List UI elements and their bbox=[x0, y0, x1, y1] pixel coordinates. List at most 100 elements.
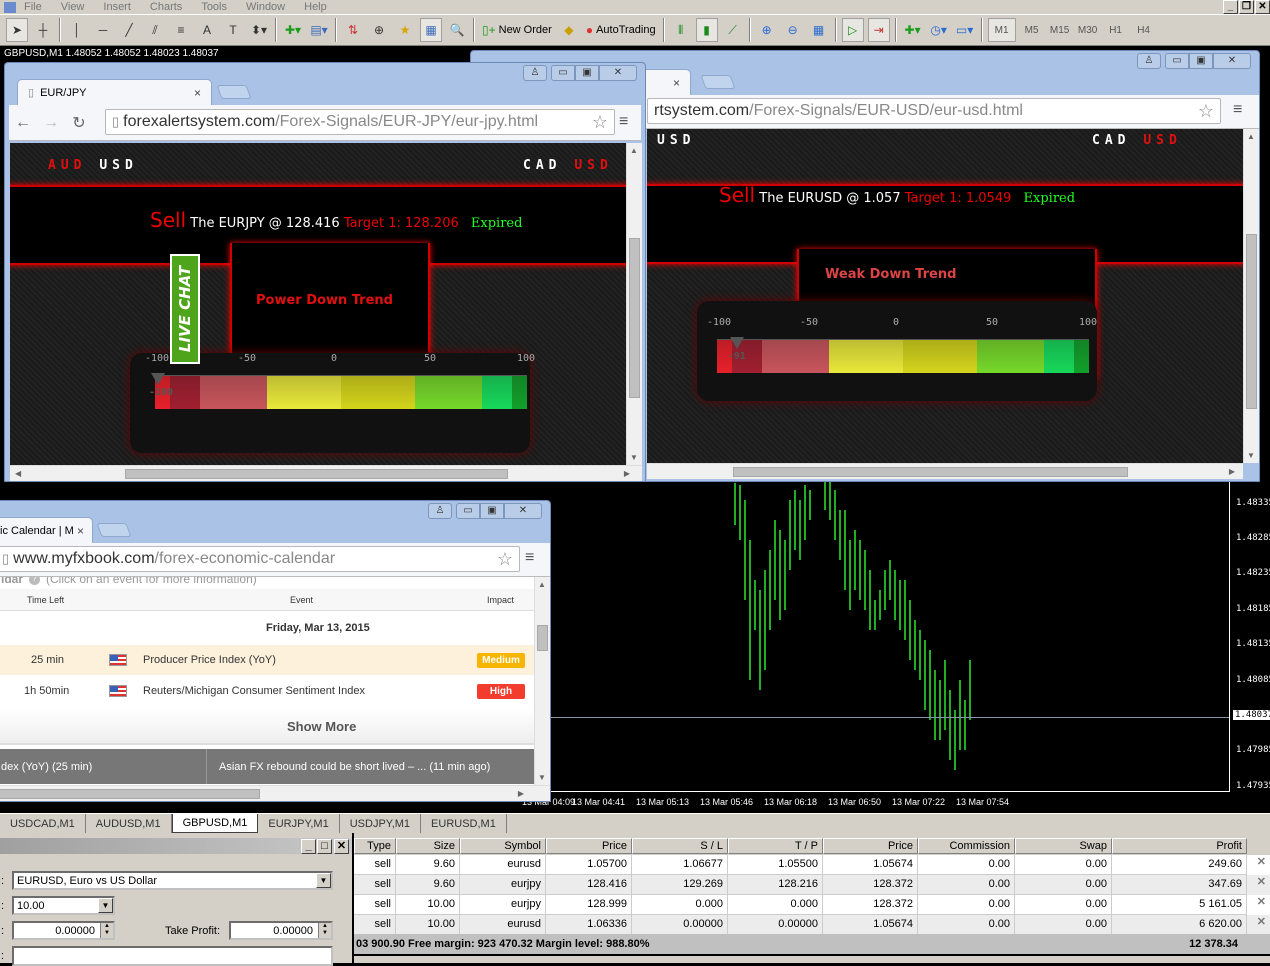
close-tab-icon[interactable]: × bbox=[77, 524, 84, 538]
new-tab-button[interactable] bbox=[96, 523, 132, 537]
maximize-button[interactable]: ▣ bbox=[480, 503, 504, 519]
scroll-down-icon[interactable]: ▼ bbox=[1247, 451, 1255, 460]
tab-audusd[interactable]: AUDUSD,M1 bbox=[86, 814, 172, 833]
scroll-up-icon[interactable]: ▲ bbox=[538, 580, 546, 589]
scroll-thumb[interactable] bbox=[0, 789, 260, 799]
timeframe-m5[interactable]: M5 bbox=[1018, 25, 1046, 36]
templates-icon[interactable]: ▭▾ bbox=[954, 18, 976, 42]
panel-close-button[interactable]: ✕ bbox=[334, 839, 349, 854]
vertical-scrollbar[interactable]: ▲ ▼ bbox=[626, 143, 642, 465]
navigator-icon[interactable]: ★ bbox=[394, 18, 416, 42]
profiles-icon[interactable]: ▤▾ bbox=[308, 18, 330, 42]
trade-row[interactable]: sell 10.00 eurusd 1.06336 0.00000 0.00000 1.05… bbox=[354, 915, 1270, 935]
close-position-icon[interactable]: ✕ bbox=[1257, 875, 1266, 888]
column-header[interactable]: Type bbox=[354, 838, 396, 854]
text-label-icon[interactable]: T bbox=[222, 18, 244, 42]
strategy-tester-icon[interactable]: 🔍 bbox=[446, 18, 468, 42]
line-chart-icon[interactable]: ⟋ bbox=[722, 18, 744, 42]
scroll-down-icon[interactable]: ▼ bbox=[538, 773, 546, 782]
vertical-line-icon[interactable]: │ bbox=[66, 18, 88, 42]
profile-icon[interactable]: ♙ bbox=[428, 503, 452, 519]
help-icon[interactable]: ? bbox=[29, 577, 41, 585]
panel-maximize-button[interactable]: □ bbox=[317, 839, 332, 854]
close-button[interactable]: ✕ bbox=[1213, 53, 1251, 69]
bookmark-star-icon[interactable]: ☆ bbox=[592, 112, 608, 133]
stop-loss-input[interactable]: 0.00000 ▲ ▼ bbox=[12, 921, 115, 940]
chrome-menu-icon[interactable]: ≡ bbox=[525, 549, 534, 567]
close-button[interactable]: ✕ bbox=[1255, 0, 1270, 14]
ticker-item[interactable]: dex (YoY) (25 min) bbox=[1, 761, 92, 773]
profile-icon[interactable]: ♙ bbox=[523, 65, 547, 81]
timeframe-h4[interactable]: H4 bbox=[1130, 25, 1158, 36]
market-watch-icon[interactable]: ⇅ bbox=[342, 18, 364, 42]
stepper-icon[interactable]: ▲ ▼ bbox=[318, 923, 331, 938]
calendar-event-row[interactable]: 25 min Producer Price Index (YoY) Medium bbox=[0, 645, 534, 675]
new-chart-icon[interactable]: ✚▾ bbox=[282, 18, 304, 42]
maximize-button[interactable]: ▣ bbox=[575, 65, 599, 81]
new-tab-button[interactable] bbox=[700, 75, 736, 89]
cursor-tool-icon[interactable]: ➤ bbox=[6, 18, 28, 42]
profile-icon[interactable]: ♙ bbox=[1137, 53, 1161, 69]
trade-row[interactable]: sell 9.60 eurusd 1.05700 1.06677 1.05500 1.056… bbox=[354, 855, 1270, 875]
volume-select[interactable]: 10.00 ▼ bbox=[12, 896, 115, 915]
trade-row[interactable]: sell 10.00 eurjpy 128.999 0.000 0.000 128.372 0… bbox=[354, 895, 1270, 915]
autoscroll-icon[interactable]: ▷ bbox=[841, 18, 864, 42]
menu-help[interactable]: Help bbox=[304, 1, 327, 13]
chevron-down-icon[interactable]: ▼ bbox=[316, 873, 331, 888]
timeframe-m30[interactable]: M30 bbox=[1074, 25, 1102, 36]
fibonacci-icon[interactable]: ≡ bbox=[170, 18, 192, 42]
trade-row[interactable]: sell 9.60 eurjpy 128.416 129.269 128.216 128.3… bbox=[354, 875, 1270, 895]
column-header[interactable]: T / P bbox=[728, 838, 823, 854]
back-icon[interactable]: ← bbox=[9, 114, 37, 132]
close-tab-icon[interactable]: × bbox=[673, 76, 680, 90]
ticker-item[interactable]: Asian FX rebound could be short lived – … bbox=[219, 761, 490, 773]
close-tab-icon[interactable]: × bbox=[194, 86, 201, 100]
chrome-menu-icon[interactable]: ≡ bbox=[619, 113, 628, 131]
scroll-right-icon[interactable]: ▶ bbox=[1229, 467, 1235, 476]
horizontal-scrollbar[interactable]: ▶ bbox=[0, 785, 550, 801]
metaeditor-icon[interactable]: ◆ bbox=[558, 18, 580, 42]
chrome-menu-icon[interactable]: ≡ bbox=[1233, 101, 1242, 119]
forward-icon[interactable]: → bbox=[37, 114, 65, 132]
bookmark-star-icon[interactable]: ☆ bbox=[1198, 101, 1214, 122]
minimize-button[interactable]: _ bbox=[1223, 0, 1238, 14]
column-header[interactable]: Price bbox=[546, 838, 632, 854]
tab-eurjpy[interactable]: EURJPY,M1 bbox=[258, 814, 340, 833]
address-bar[interactable]: rtsystem.com/Forex-Signals/EUR-USD/eur-u… bbox=[647, 98, 1221, 124]
scroll-right-icon[interactable]: ▶ bbox=[518, 789, 524, 798]
browser-tab-eurjpy[interactable]: ▯ EUR/JPY × bbox=[17, 79, 212, 105]
scroll-thumb[interactable] bbox=[125, 469, 508, 479]
scroll-thumb[interactable] bbox=[537, 625, 548, 651]
symbol-select[interactable]: EURUSD, Euro vs US Dollar ▼ bbox=[12, 871, 333, 890]
candlestick-icon[interactable]: ▮ bbox=[695, 18, 718, 42]
comment-input[interactable] bbox=[12, 946, 333, 966]
tab-eurusd[interactable]: EURUSD,M1 bbox=[421, 814, 507, 833]
menu-window[interactable]: Window bbox=[246, 1, 285, 13]
zoom-out-icon[interactable]: ⊖ bbox=[782, 18, 804, 42]
horizontal-line-icon[interactable]: ─ bbox=[92, 18, 114, 42]
column-header[interactable]: Profit bbox=[1112, 838, 1247, 854]
vertical-scrollbar[interactable]: ▲ ▼ bbox=[534, 577, 550, 785]
close-button[interactable]: ✕ bbox=[599, 65, 637, 81]
scroll-up-icon[interactable]: ▲ bbox=[630, 146, 638, 155]
text-tool-icon[interactable]: A bbox=[196, 18, 218, 42]
trendline-icon[interactable]: ╱ bbox=[118, 18, 140, 42]
calendar-event-row[interactable]: 1h 50min Reuters/Michigan Consumer Senti… bbox=[0, 676, 534, 706]
address-bar[interactable]: ▯ forexalertsystem.com/Forex-Signals/EUR… bbox=[105, 109, 615, 135]
tile-windows-icon[interactable]: ▦ bbox=[808, 18, 830, 42]
menu-view[interactable]: View bbox=[61, 1, 85, 13]
column-header[interactable]: S / L bbox=[632, 838, 728, 854]
data-window-icon[interactable]: ⊕ bbox=[368, 18, 390, 42]
autotrading-button[interactable]: ● AutoTrading bbox=[584, 18, 658, 42]
bookmark-star-icon[interactable]: ☆ bbox=[497, 549, 513, 570]
column-header[interactable]: Price bbox=[823, 838, 918, 854]
menu-tools[interactable]: Tools bbox=[201, 1, 227, 13]
indicators-icon[interactable]: ✚▾ bbox=[902, 18, 924, 42]
browser-tab-calendar[interactable]: ic Calendar | M × bbox=[0, 517, 93, 543]
menu-file[interactable]: File bbox=[24, 1, 42, 13]
scroll-up-icon[interactable]: ▲ bbox=[1247, 132, 1255, 141]
take-profit-input[interactable]: 0.00000 ▲ ▼ bbox=[229, 921, 333, 940]
equidistant-channel-icon[interactable]: ⫽ bbox=[144, 18, 166, 42]
scroll-right-icon[interactable]: ▶ bbox=[624, 469, 630, 478]
scroll-thumb[interactable] bbox=[1246, 234, 1257, 409]
